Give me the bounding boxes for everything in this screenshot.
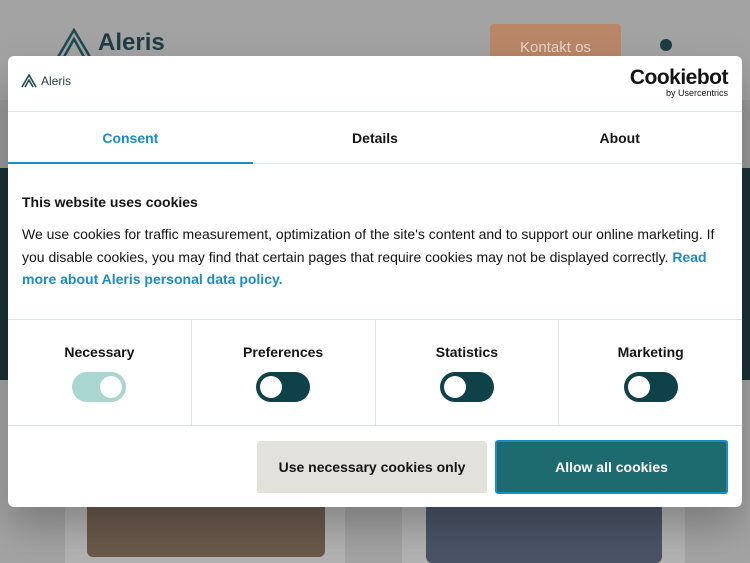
necessary-toggle [72, 372, 127, 402]
tab-about[interactable]: About [497, 113, 742, 163]
marketing-toggle[interactable] [623, 372, 678, 402]
necessary-only-button[interactable]: Use necessary cookies only [257, 441, 487, 493]
category-label: Preferences [243, 344, 324, 360]
category-marketing: Marketing [559, 320, 742, 425]
tab-details[interactable]: Details [253, 113, 498, 163]
cookiebot-name: Cookiebot [629, 66, 729, 89]
allow-all-button[interactable]: Allow all cookies [495, 440, 728, 494]
category-label: Statistics [435, 344, 498, 360]
cookie-categories: Necessary Preferences Statistics Marketi… [8, 319, 742, 426]
category-label: Necessary [64, 344, 135, 360]
cookiebot-subtitle: by Usercentrics [665, 88, 728, 98]
category-necessary: Necessary [8, 320, 192, 425]
cookiebot-logo[interactable]: Cookiebot by Usercentrics [629, 66, 729, 98]
consent-body: This website uses cookies We use cookies… [22, 194, 732, 291]
dialog-logo: Aleris [21, 74, 71, 88]
dialog-logo-text: Aleris [41, 74, 72, 88]
cookie-consent-dialog: Aleris Cookiebot by Usercentrics Consent… [8, 56, 742, 507]
content-card[interactable] [402, 500, 685, 563]
category-statistics: Statistics [376, 320, 560, 425]
dialog-header: Aleris Cookiebot by Usercentrics [8, 56, 742, 112]
aleris-logo-icon [56, 28, 92, 58]
category-preferences: Preferences [192, 320, 376, 425]
dialog-tabs: Consent Details About [8, 113, 742, 164]
tab-consent[interactable]: Consent [8, 113, 253, 164]
content-card[interactable] [65, 500, 345, 563]
site-logo: Aleris [56, 28, 165, 58]
card-image [87, 500, 325, 557]
aleris-logo-icon [21, 74, 37, 88]
consent-text: We use cookies for traffic measurement, … [22, 223, 732, 291]
statistics-toggle[interactable] [439, 372, 494, 402]
site-logo-text: Aleris [98, 29, 165, 56]
card-image [426, 500, 662, 563]
preferences-toggle[interactable] [256, 372, 311, 402]
category-label: Marketing [617, 344, 684, 360]
consent-title: This website uses cookies [22, 194, 198, 210]
consent-description: We use cookies for traffic measurement, … [22, 226, 715, 265]
